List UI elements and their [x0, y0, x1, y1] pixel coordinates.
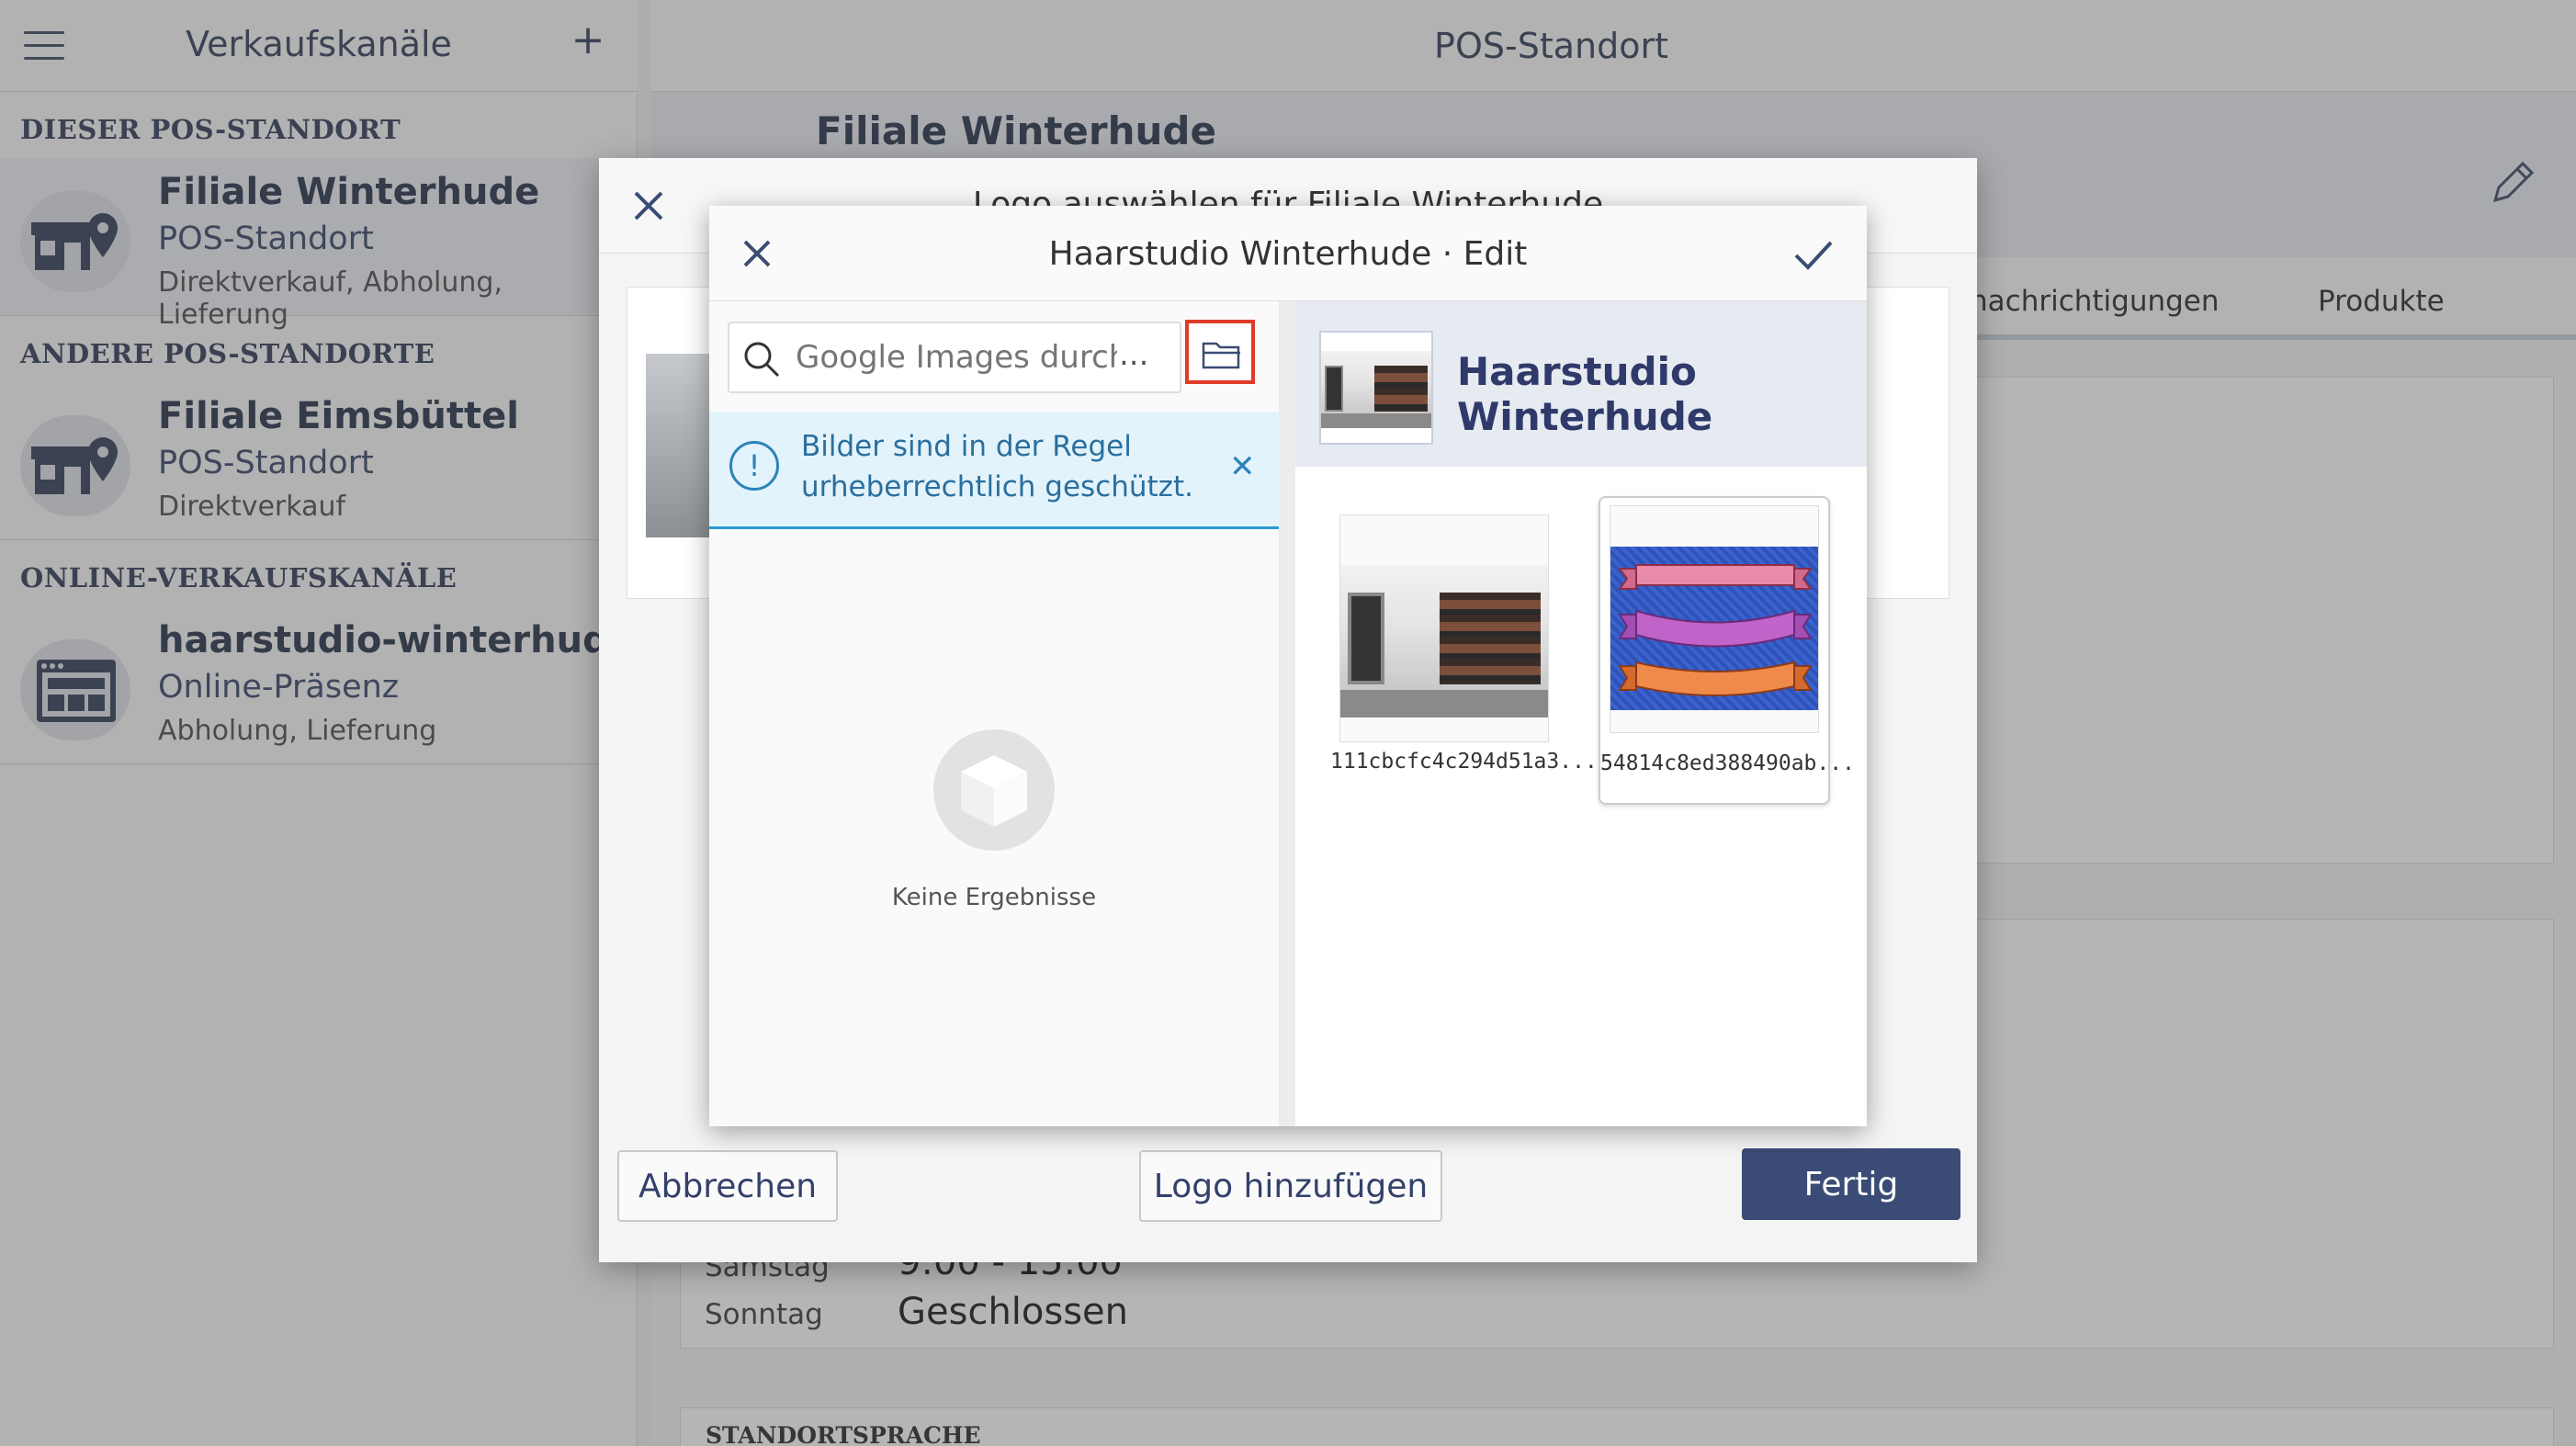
search-overflow-dots: ... — [1119, 336, 1149, 373]
done-button[interactable]: Fertig — [1742, 1148, 1960, 1220]
album-header[interactable]: Haarstudio Winterhude — [1295, 301, 1867, 467]
image-thumbnail — [1339, 514, 1549, 742]
empty-results-text: Keine Ergebnisse — [891, 884, 1097, 911]
info-message: Bilder sind in der Regel urheberrechtlic… — [801, 430, 1193, 503]
search-pane: ... ! Bilder sind in der Regel urheberre… — [709, 301, 1279, 1126]
outer-dialog-footer: Abbrechen Logo hinzufügen Fertig — [599, 1148, 1977, 1262]
image-picker-dialog: Haarstudio Winterhude · Edit ... ! Bilde… — [709, 206, 1867, 1126]
image-caption: 111cbcfc4c294d51a3... — [1330, 750, 1598, 774]
album-thumbnail — [1319, 331, 1433, 445]
folder-button[interactable] — [1185, 320, 1255, 384]
cancel-button[interactable]: Abbrechen — [617, 1150, 838, 1222]
image-tile-selected[interactable]: 54814c8ed388490ab... — [1599, 496, 1855, 805]
info-icon: ! — [729, 441, 779, 491]
pane-divider — [1279, 301, 1295, 1126]
search-icon — [742, 340, 781, 382]
copyright-info-banner: ! Bilder sind in der Regel urheberrechtl… — [709, 412, 1279, 529]
inner-dialog-title: Haarstudio Winterhude · Edit — [1048, 235, 1528, 273]
box-icon — [933, 729, 1055, 851]
album-name: Haarstudio Winterhude — [1457, 349, 1713, 439]
image-tile[interactable]: 111cbcfc4c294d51a3... — [1330, 505, 1598, 792]
check-icon[interactable] — [1793, 239, 1834, 276]
search-input[interactable] — [796, 323, 1117, 391]
album-pane: Haarstudio Winterhude 111cbcfc4c294d51a3… — [1295, 301, 1867, 1126]
close-icon[interactable]: ✕ — [1229, 448, 1256, 485]
inner-dialog-header: Haarstudio Winterhude · Edit — [709, 206, 1867, 301]
search-box: ... — [728, 322, 1181, 393]
image-caption: 54814c8ed388490ab... — [1600, 751, 1855, 775]
add-logo-button[interactable]: Logo hinzufügen — [1139, 1150, 1442, 1222]
image-thumbnail — [1610, 505, 1819, 733]
